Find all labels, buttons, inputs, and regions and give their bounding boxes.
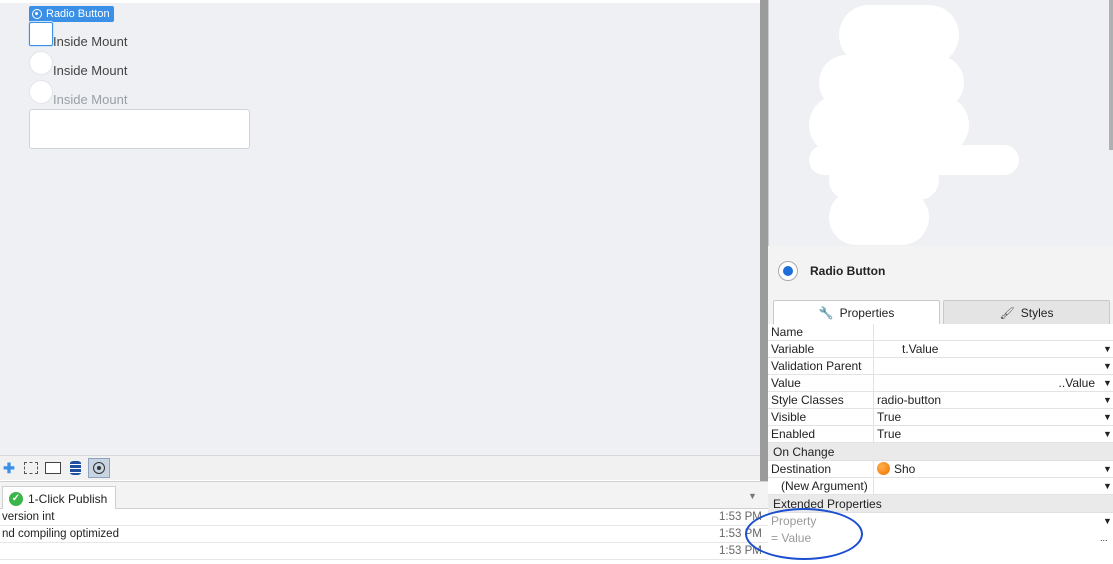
screen-icon [877, 462, 890, 475]
property-name: Validation Parent [771, 359, 862, 373]
dropdown-arrow-icon[interactable]: ▼ [1103, 426, 1112, 442]
log-message: version int [2, 511, 55, 523]
dropdown-arrow-icon[interactable]: ▼ [1103, 392, 1112, 408]
radio-option-label: Inside Mount [53, 34, 128, 49]
property-name: Style Classes [771, 393, 844, 407]
tab-styles[interactable]: 🖌 Styles [943, 300, 1110, 324]
publish-tab-label: 1-Click Publish [28, 491, 108, 506]
dropdown-arrow-icon[interactable]: ▼ [1103, 341, 1112, 357]
output-tabbar: ✓ 1-Click Publish ▼ [0, 481, 768, 510]
brush-icon: 🖌 [999, 305, 1015, 320]
property-name: Value [771, 376, 801, 390]
widget-type-tag[interactable]: Radio Button [29, 6, 114, 22]
radio-circle[interactable] [29, 22, 53, 46]
tab-styles-label: Styles [1020, 305, 1054, 320]
ext-value-placeholder[interactable]: = Value [771, 530, 875, 546]
radio-option-label: Inside Mount [53, 92, 128, 107]
section-extended-properties[interactable]: Extended Properties [768, 495, 1113, 513]
publish-log[interactable]: version int 1:53 PM nd compiling optimiz… [0, 509, 768, 564]
design-canvas[interactable]: Radio Button Inside Mount Inside Mount I… [0, 0, 760, 455]
log-row: version int 1:53 PM [0, 509, 768, 526]
radio-option[interactable]: Inside Mount [29, 51, 127, 78]
property-row-style-classes[interactable]: Style Classes radio-button ▼ [768, 392, 1113, 409]
ellipsis-button[interactable]: ... [1100, 530, 1108, 546]
property-row-enabled[interactable]: Enabled True ▼ [768, 426, 1113, 443]
vertical-splitter[interactable] [760, 0, 768, 515]
log-row: nd compiling optimized 1:53 PM [0, 526, 768, 543]
property-name: (New Argument) [781, 479, 868, 493]
property-row-visible[interactable]: Visible True ▼ [768, 409, 1113, 426]
radio-circle[interactable] [29, 80, 53, 104]
property-row-new-argument[interactable]: (New Argument) ▼ [768, 478, 1113, 495]
radio-option[interactable]: Inside Mount [29, 80, 127, 107]
destination-text: Sho [894, 462, 916, 476]
database-icon[interactable] [66, 459, 84, 477]
property-name: Destination [771, 462, 832, 476]
ext-value-row[interactable]: = Value ... [768, 530, 1113, 547]
property-value[interactable]: t.Value [877, 341, 1097, 357]
canvas-input-widget[interactable] [29, 109, 250, 149]
log-time: 1:53 PM [719, 528, 762, 540]
property-value[interactable]: radio-button [877, 392, 1097, 408]
ext-property-row[interactable]: Property ▼ [768, 513, 1113, 530]
radio-button-icon [778, 261, 798, 281]
canvas-toolbar: ✚ [0, 455, 760, 480]
radio-icon [32, 9, 42, 19]
dropdown-arrow-icon[interactable]: ▼ [1103, 375, 1112, 391]
property-value[interactable]: True [877, 409, 1097, 425]
property-row-value[interactable]: Value ..Value ▼ [768, 375, 1113, 392]
property-name: Name [771, 325, 804, 339]
widget-tree-preview[interactable] [768, 0, 1113, 246]
redaction [829, 190, 929, 245]
property-value[interactable]: True [877, 426, 1097, 442]
dropdown-arrow-icon[interactable]: ▼ [1103, 409, 1112, 425]
property-name: Variable [771, 342, 815, 356]
selected-widget-title: Radio Button [810, 264, 886, 278]
tab-properties[interactable]: 🔧 Properties [773, 300, 940, 324]
property-value[interactable] [877, 478, 1097, 494]
property-name: Visible [771, 410, 807, 424]
preview-scrollbar[interactable] [1109, 0, 1113, 150]
properties-tabbar: 🔧 Properties 🖌 Styles [768, 296, 1113, 324]
property-row-validation-parent[interactable]: Validation Parent ▼ [768, 358, 1113, 375]
radio-circle[interactable] [29, 51, 53, 75]
destination-value[interactable]: Sho [877, 461, 1097, 477]
properties-grid: Name Variable t.Value ▼ Validation Paren… [768, 324, 1113, 564]
dropdown-arrow-icon[interactable]: ▼ [1103, 478, 1112, 494]
tab-properties-label: Properties [839, 305, 895, 320]
dropdown-arrow-icon[interactable]: ▼ [1103, 513, 1112, 529]
log-message: nd compiling optimized [2, 528, 119, 540]
tab-one-click-publish[interactable]: ✓ 1-Click Publish [2, 486, 117, 510]
property-value[interactable] [877, 358, 1097, 374]
add-icon[interactable]: ✚ [0, 459, 18, 477]
property-row-name[interactable]: Name [768, 324, 1113, 341]
radio-option[interactable]: Inside Mount [29, 22, 127, 49]
log-time: 1:53 PM [719, 511, 762, 523]
ide-window: Radio Button Inside Mount Inside Mount I… [0, 0, 1113, 564]
chevron-down-icon[interactable]: ▼ [748, 491, 757, 501]
section-on-change[interactable]: On Change [768, 443, 1113, 461]
check-icon: ✓ [9, 491, 23, 506]
radio-option-label: Inside Mount [53, 63, 128, 78]
rectangle-icon[interactable] [44, 459, 62, 477]
ext-property-name-placeholder[interactable]: Property [771, 513, 875, 529]
property-name: Enabled [771, 427, 816, 441]
dropdown-arrow-icon[interactable]: ▼ [1103, 461, 1112, 477]
radio-icon[interactable] [88, 458, 110, 478]
dropdown-arrow-icon[interactable]: ▼ [1103, 358, 1112, 374]
log-time: 1:53 PM [719, 545, 762, 557]
log-row: 1:53 PM [0, 543, 768, 560]
property-row-destination[interactable]: Destination Sho ▼ [768, 461, 1113, 478]
wrench-icon: 🔧 [818, 305, 834, 320]
widget-type-label: Radio Button [46, 8, 110, 20]
selected-widget-header: Radio Button [768, 246, 1113, 296]
container-icon[interactable] [22, 459, 40, 477]
property-value[interactable] [877, 324, 1097, 340]
property-row-variable[interactable]: Variable t.Value ▼ [768, 341, 1113, 358]
property-value[interactable]: ..Value [877, 375, 1097, 391]
